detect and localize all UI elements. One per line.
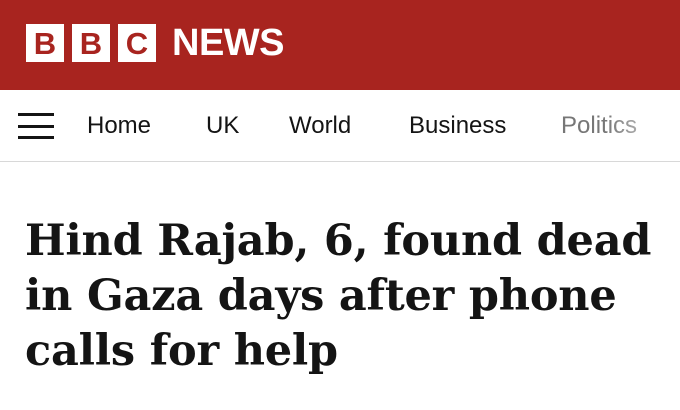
menu-icon-line xyxy=(18,136,54,139)
bbc-logo-block-b: B xyxy=(26,24,64,62)
nav-item-uk[interactable]: UK xyxy=(206,112,239,140)
article-headline-container: Hind Rajab, 6, found dead in Gaza days a… xyxy=(25,214,660,379)
nav-item-business[interactable]: Business xyxy=(409,112,506,140)
menu-icon-line xyxy=(18,124,54,128)
bbc-news-header: B B C NEWS xyxy=(0,0,680,90)
news-wordmark: NEWS xyxy=(172,22,285,64)
nav-item-politics[interactable]: Politics xyxy=(561,112,637,140)
bbc-logo-block-b: B xyxy=(72,24,110,62)
nav-item-world[interactable]: World xyxy=(289,112,351,140)
bbc-news-logo[interactable]: B B C NEWS xyxy=(26,22,285,64)
menu-icon-line xyxy=(18,113,54,116)
primary-navigation: Home UK World Business Politics xyxy=(0,90,680,162)
nav-item-home[interactable]: Home xyxy=(87,112,151,140)
article-headline: Hind Rajab, 6, found dead in Gaza days a… xyxy=(25,216,652,376)
hamburger-menu-icon[interactable] xyxy=(18,113,54,139)
bbc-logo-block-c: C xyxy=(118,24,156,62)
